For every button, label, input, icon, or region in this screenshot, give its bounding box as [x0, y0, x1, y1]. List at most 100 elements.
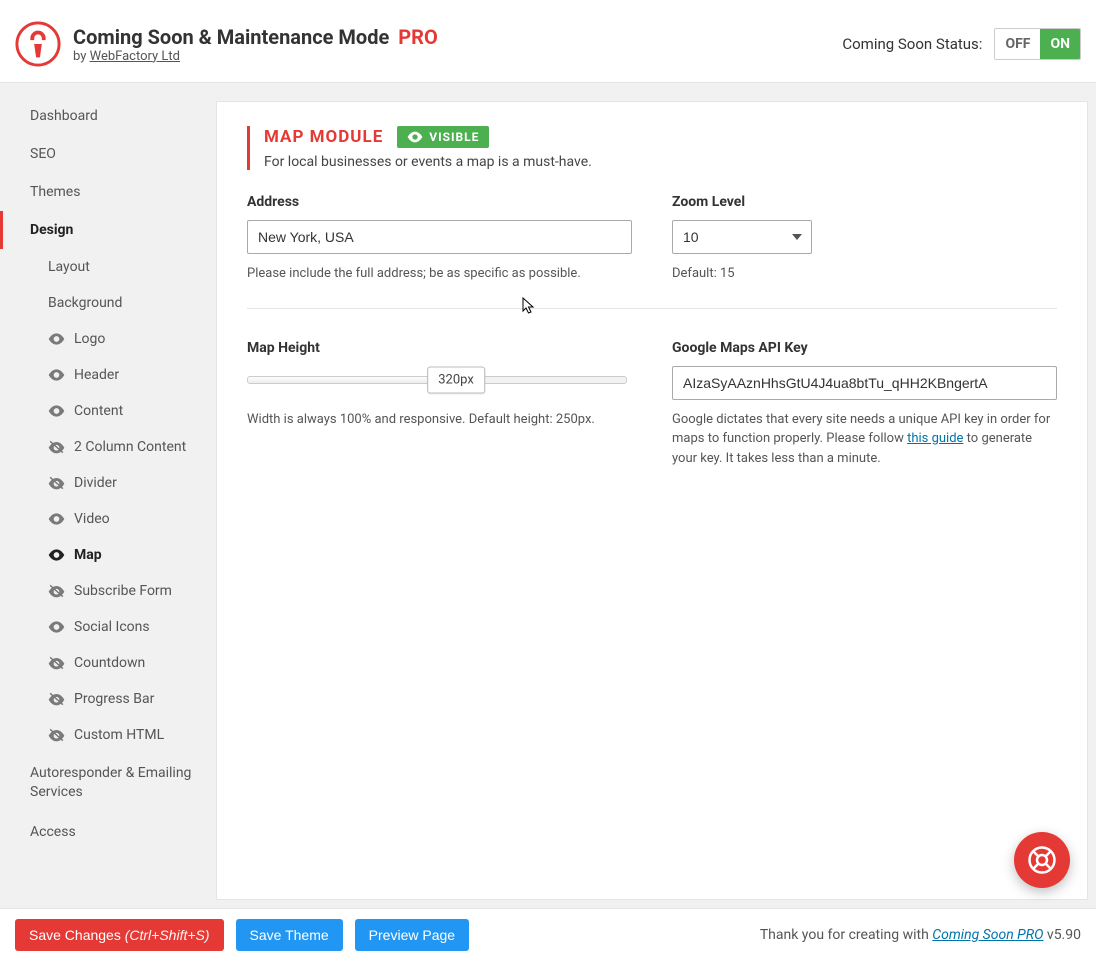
toggle-off[interactable]: OFF — [995, 29, 1040, 59]
footer-bar: Save Changes (Ctrl+Shift+S) Save Theme P… — [0, 908, 1096, 960]
status-label: Coming Soon Status: — [842, 35, 982, 53]
sidebar-sub-label: Social Icons — [74, 619, 150, 635]
logo-icon — [15, 21, 61, 67]
brand-text: Coming Soon & Maintenance Mode PRO by We… — [73, 25, 438, 64]
eye-icon — [48, 620, 65, 634]
eye-off-icon — [48, 440, 65, 454]
sidebar-sub-item[interactable]: 2 Column Content — [0, 429, 216, 465]
app-title: Coming Soon & Maintenance Mode PRO — [73, 25, 438, 49]
app-title-main: Coming Soon & Maintenance Mode — [73, 25, 389, 49]
sidebar-sub-label: Logo — [74, 331, 105, 347]
sidebar-sub-item[interactable]: Map — [0, 537, 216, 573]
sidebar-sub-item[interactable]: Divider — [0, 465, 216, 501]
field-api-key: Google Maps API Key Google dictates that… — [672, 340, 1057, 469]
app-byline: by WebFactory Ltd — [73, 49, 438, 64]
eye-icon — [48, 548, 65, 562]
apikey-guide-link[interactable]: this guide — [907, 431, 963, 446]
sidebar-sub-item[interactable]: Progress Bar — [0, 681, 216, 717]
eye-icon — [407, 131, 423, 143]
toggle-on[interactable]: ON — [1040, 29, 1080, 59]
status-toggle[interactable]: OFF ON — [994, 28, 1081, 60]
sidebar-sub-label: Header — [74, 367, 119, 383]
sidebar-item-themes[interactable]: Themes — [0, 173, 216, 211]
sidebar-sub-label: Progress Bar — [74, 691, 154, 707]
sidebar-sub-label: Map — [74, 547, 102, 563]
apikey-input[interactable] — [672, 366, 1057, 400]
sidebar-sub-item[interactable]: Subscribe Form — [0, 573, 216, 609]
sidebar-after-list: Autoresponder & Emailing Services Access — [0, 753, 216, 851]
sidebar-item-dashboard[interactable]: Dashboard — [0, 97, 216, 135]
brand: Coming Soon & Maintenance Mode PRO by We… — [15, 21, 438, 67]
apikey-help: Google dictates that every site needs a … — [672, 410, 1057, 469]
sidebar-item-autoresponder[interactable]: Autoresponder & Emailing Services — [0, 753, 216, 813]
eye-icon — [48, 332, 65, 346]
sidebar-sub-label: Custom HTML — [74, 727, 164, 743]
eye-icon — [48, 404, 65, 418]
address-label: Address — [247, 194, 632, 210]
sidebar-item-access[interactable]: Access — [0, 813, 216, 851]
sidebar-sub-item[interactable]: Custom HTML — [0, 717, 216, 753]
footer-credit-link[interactable]: Coming Soon PRO — [932, 927, 1043, 943]
module-header: MAP MODULE VISIBLE For local businesses … — [247, 126, 1057, 170]
field-divider — [247, 308, 1057, 309]
sidebar-sub-label: Background — [48, 295, 122, 311]
apikey-label: Google Maps API Key — [672, 340, 1057, 356]
module-title: MAP MODULE — [264, 127, 383, 147]
field-zoom: Zoom Level 10 Default: 15 — [672, 194, 1057, 284]
preview-page-button[interactable]: Preview Page — [355, 919, 469, 951]
sidebar-sub-label: Layout — [48, 259, 90, 275]
sidebar-sub-item[interactable]: Video — [0, 501, 216, 537]
footer-credit: Thank you for creating with Coming Soon … — [760, 927, 1081, 943]
height-help: Width is always 100% and responsive. Def… — [247, 410, 632, 430]
sidebar: Dashboard SEO Themes Design Layout Backgr… — [0, 83, 216, 908]
eye-off-icon — [48, 476, 65, 490]
app-title-pro: PRO — [398, 25, 438, 49]
sidebar-sub-label: Countdown — [74, 655, 145, 671]
sidebar-sub-label: Video — [74, 511, 110, 527]
eye-off-icon — [48, 692, 65, 706]
save-theme-button[interactable]: Save Theme — [236, 919, 343, 951]
help-fab[interactable] — [1014, 832, 1070, 888]
sidebar-sub-item[interactable]: Header — [0, 357, 216, 393]
zoom-label: Zoom Level — [672, 194, 1057, 210]
main-panel: MAP MODULE VISIBLE For local businesses … — [216, 101, 1088, 900]
eye-off-icon — [48, 584, 65, 598]
sidebar-sub-label: 2 Column Content — [74, 439, 186, 455]
eye-off-icon — [48, 728, 65, 742]
sidebar-sub-item[interactable]: Background — [0, 285, 216, 321]
zoom-select-wrap[interactable]: 10 — [672, 220, 812, 254]
zoom-select[interactable]: 10 — [672, 220, 812, 254]
lifebuoy-icon — [1027, 845, 1057, 875]
sidebar-item-design[interactable]: Design — [0, 211, 216, 249]
eye-off-icon — [48, 656, 65, 670]
top-header: Coming Soon & Maintenance Mode PRO by We… — [0, 0, 1096, 83]
slider-fill — [248, 377, 456, 383]
sidebar-sub-label: Divider — [74, 475, 117, 491]
sidebar-sub-label: Content — [74, 403, 123, 419]
sidebar-sub-list: Layout Background Logo Header Content 2 Colum… — [0, 249, 216, 753]
zoom-help: Default: 15 — [672, 264, 1057, 284]
sidebar-sub-label: Subscribe Form — [74, 583, 172, 599]
sidebar-sub-item[interactable]: Countdown — [0, 645, 216, 681]
module-desc: For local businesses or events a map is … — [264, 154, 1057, 170]
field-address: Address Please include the full address;… — [247, 194, 632, 284]
sidebar-item-seo[interactable]: SEO — [0, 135, 216, 173]
address-help: Please include the full address; be as s… — [247, 264, 632, 284]
address-input[interactable] — [247, 220, 632, 254]
sidebar-sub-item[interactable]: Content — [0, 393, 216, 429]
visible-badge[interactable]: VISIBLE — [397, 126, 489, 148]
height-slider[interactable]: 320px — [247, 376, 627, 384]
sidebar-sub-item[interactable]: Layout — [0, 249, 216, 285]
status-area: Coming Soon Status: OFF ON — [842, 28, 1081, 60]
sidebar-sub-item[interactable]: Logo — [0, 321, 216, 357]
visible-badge-label: VISIBLE — [429, 130, 479, 144]
save-changes-button[interactable]: Save Changes (Ctrl+Shift+S) — [15, 919, 224, 951]
eye-icon — [48, 512, 65, 526]
field-map-height: Map Height 320px Width is always 100% an… — [247, 340, 632, 469]
slider-handle[interactable]: 320px — [427, 366, 485, 393]
sidebar-sub-item[interactable]: Social Icons — [0, 609, 216, 645]
eye-icon — [48, 368, 65, 382]
form-grid: Address Please include the full address;… — [247, 194, 1057, 468]
vendor-link[interactable]: WebFactory Ltd — [90, 49, 180, 64]
sidebar-top-list: Dashboard SEO Themes Design — [0, 97, 216, 249]
